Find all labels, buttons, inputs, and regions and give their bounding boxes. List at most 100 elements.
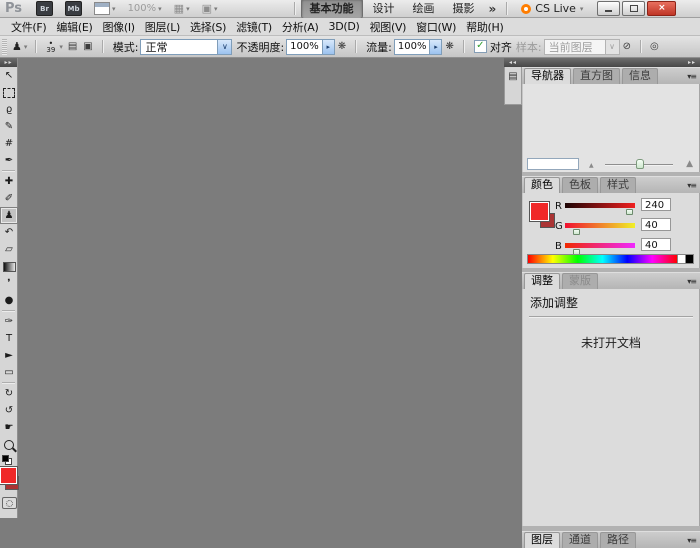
dock-collapse-button[interactable]: ▸▸ xyxy=(522,58,700,67)
menu-item[interactable]: 图层(L) xyxy=(140,19,185,35)
tab-导航器[interactable]: 导航器 xyxy=(524,68,571,84)
flow-field[interactable]: 100% ▸ xyxy=(394,39,443,55)
channel-slider-thumb[interactable] xyxy=(573,229,580,235)
menu-item[interactable]: 文件(F) xyxy=(6,19,51,35)
workspace-overflow-button[interactable]: » xyxy=(485,2,501,16)
canvas[interactable] xyxy=(0,58,522,548)
tab-直方图[interactable]: 直方图 xyxy=(573,68,620,84)
toggle-clone-source-panel-button[interactable]: ▣ xyxy=(80,41,95,52)
tab-色板[interactable]: 色板 xyxy=(562,177,598,193)
brush-preset-picker[interactable]: • 39 ▾ xyxy=(42,40,64,54)
menu-item[interactable]: 图像(I) xyxy=(97,19,139,35)
opacity-field[interactable]: 100% ▸ xyxy=(286,39,335,55)
ramp-black-swatch[interactable] xyxy=(685,254,694,264)
airbrush-opacity-button[interactable]: ❋ xyxy=(335,41,349,52)
tablet-pressure-button[interactable]: ◎ xyxy=(647,41,662,52)
channel-slider[interactable] xyxy=(565,243,635,248)
zoom-level-control[interactable]: 100% ▾ xyxy=(128,3,162,14)
zoom-in-icon[interactable]: ▲ xyxy=(686,160,693,169)
type-tool[interactable]: T xyxy=(0,330,18,347)
tab-路径[interactable]: 路径 xyxy=(600,532,636,548)
zoom-tool[interactable] xyxy=(0,436,18,453)
channel-value-field[interactable]: 40 xyxy=(641,218,671,231)
menu-item[interactable]: 分析(A) xyxy=(277,19,324,35)
pen-tool[interactable]: ✑ xyxy=(0,313,18,330)
menu-item[interactable]: 选择(S) xyxy=(185,19,231,35)
aligned-checkbox[interactable]: ✓ 对齐 xyxy=(474,39,512,55)
navigator-zoom-slider[interactable] xyxy=(605,163,673,166)
tab-蒙版[interactable]: 蒙版 xyxy=(562,273,598,289)
menu-item[interactable]: 视图(V) xyxy=(365,19,412,35)
panel-menu-icon[interactable]: ▾≡ xyxy=(687,536,700,548)
menu-item[interactable]: 窗口(W) xyxy=(411,19,461,35)
eraser-tool[interactable]: ▱ xyxy=(0,241,18,258)
lasso-tool[interactable]: ϱ xyxy=(0,101,18,118)
clone-stamp-tool[interactable]: ♟ xyxy=(0,207,18,224)
minimize-button[interactable] xyxy=(597,1,620,16)
screen-mode-button[interactable]: ▣ ▾ xyxy=(202,2,218,15)
channel-value-field[interactable]: 240 xyxy=(641,198,671,211)
foreground-color-swatch[interactable] xyxy=(0,467,17,484)
brush-tool[interactable]: ✐ xyxy=(0,190,18,207)
panel-menu-icon[interactable]: ▾≡ xyxy=(687,277,700,289)
ramp-white-swatch[interactable] xyxy=(677,254,685,264)
menu-item[interactable]: 编辑(E) xyxy=(51,19,97,35)
channel-slider[interactable] xyxy=(565,203,635,208)
workspace-button[interactable]: 基本功能 xyxy=(301,0,363,19)
spot-healing-brush-tool[interactable]: ✚ xyxy=(0,173,18,190)
slider-thumb[interactable] xyxy=(636,159,644,169)
options-bar-grip[interactable] xyxy=(2,39,7,55)
eyedropper-tool[interactable]: ✒ xyxy=(0,152,18,169)
rectangular-marquee-tool[interactable] xyxy=(0,84,18,101)
3d-roll-tool[interactable]: ↺ xyxy=(0,402,18,419)
gradient-tool[interactable] xyxy=(0,258,18,275)
tab-调整[interactable]: 调整 xyxy=(524,273,560,289)
menu-item[interactable]: 帮助(H) xyxy=(461,19,508,35)
history-brush-tool[interactable]: ↶ xyxy=(0,224,18,241)
menu-item[interactable]: 滤镜(T) xyxy=(231,19,277,35)
blur-tool[interactable]: ❜ xyxy=(0,275,18,292)
mode-select[interactable]: 正常 ∨ xyxy=(140,39,232,55)
airbrush-flow-button[interactable]: ❋ xyxy=(442,41,456,52)
navigator-zoom-field[interactable] xyxy=(527,158,579,170)
close-button[interactable]: × xyxy=(647,1,676,16)
tab-通道[interactable]: 通道 xyxy=(562,532,598,548)
3d-rotate-tool[interactable]: ↻ xyxy=(0,385,18,402)
foreground-color-swatch[interactable] xyxy=(530,202,549,221)
channel-slider-thumb[interactable] xyxy=(626,209,633,215)
tab-样式[interactable]: 样式 xyxy=(600,177,636,193)
dodge-tool[interactable]: ● xyxy=(0,292,18,309)
color-spectrum-ramp[interactable] xyxy=(527,254,677,264)
ignore-adjustment-layers-button[interactable]: ⊘ xyxy=(620,41,634,52)
workspace-button[interactable]: 摄影 xyxy=(445,0,483,18)
tab-信息[interactable]: 信息 xyxy=(622,68,658,84)
tab-图层[interactable]: 图层 xyxy=(524,532,560,548)
crop-tool[interactable]: # xyxy=(0,135,18,152)
restore-button[interactable] xyxy=(622,1,645,16)
quick-selection-tool[interactable]: ✎ xyxy=(0,118,18,135)
rectangle-tool[interactable]: ▭ xyxy=(0,364,18,381)
tab-颜色[interactable]: 颜色 xyxy=(524,177,560,193)
quick-mask-button[interactable] xyxy=(2,497,17,509)
default-colors-icon[interactable] xyxy=(2,455,12,465)
menu-item[interactable]: 3D(D) xyxy=(324,20,365,33)
toolbox-collapse-button[interactable]: ▸▸ xyxy=(0,58,17,67)
zoom-out-icon[interactable]: ▲ xyxy=(589,163,594,169)
path-selection-tool[interactable]: ► xyxy=(0,347,18,364)
workspace-button[interactable]: 设计 xyxy=(365,0,403,18)
panel-menu-icon[interactable]: ▾≡ xyxy=(687,72,700,84)
launch-bridge-button[interactable]: Br xyxy=(36,1,53,16)
arrange-documents-button[interactable]: ▾ xyxy=(94,2,116,15)
channel-value-field[interactable]: 40 xyxy=(641,238,671,251)
history-panel-icon[interactable]: ▤ xyxy=(508,72,517,104)
cs-live-button[interactable]: CS Live ▾ xyxy=(521,2,583,15)
launch-minibridge-button[interactable]: Mb xyxy=(65,1,82,16)
tool-preset-picker[interactable]: ♟ ▾ xyxy=(10,40,29,53)
panel-menu-icon[interactable]: ▾≡ xyxy=(687,181,700,193)
toggle-brush-panel-button[interactable]: ▤ xyxy=(65,41,80,52)
hand-tool[interactable]: ☛ xyxy=(0,419,18,436)
dock-expand-button[interactable]: ◂◂ xyxy=(504,58,522,67)
channel-slider[interactable] xyxy=(565,223,635,228)
move-tool[interactable]: ↖ xyxy=(0,67,18,84)
workspace-button[interactable]: 绘画 xyxy=(405,0,443,18)
